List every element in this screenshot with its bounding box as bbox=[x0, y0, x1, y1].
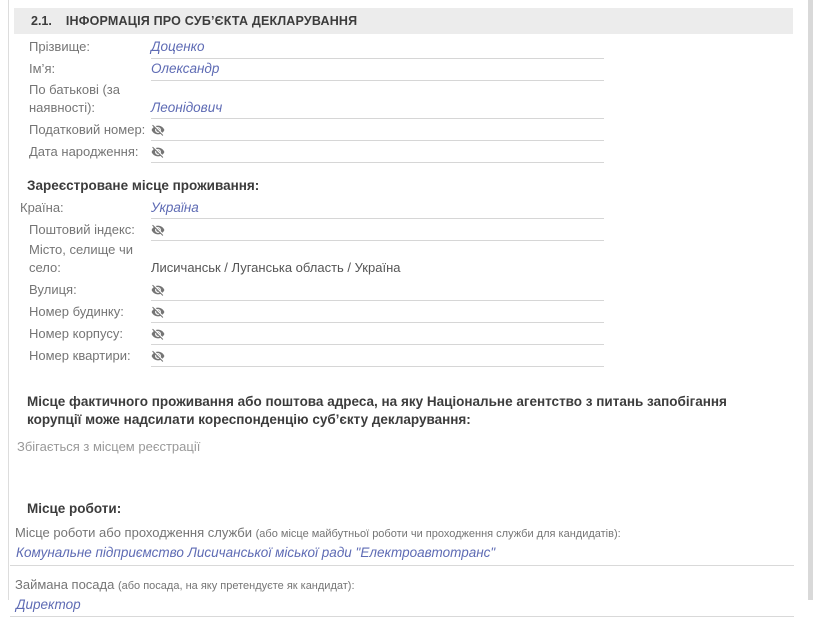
position-value: Директор bbox=[10, 594, 794, 617]
field-value: Україна bbox=[151, 199, 604, 220]
position-label: Займана посада (або посада, на яку прете… bbox=[15, 577, 808, 592]
field-label: По батькові (за наявності): bbox=[29, 81, 151, 119]
eye-slash-icon bbox=[151, 327, 165, 341]
field-row: По батькові (за наявності): Леонідович bbox=[9, 81, 808, 119]
right-gutter bbox=[808, 0, 813, 600]
field-label: Місто, селище чи село: bbox=[29, 241, 151, 279]
position-label-main: Займана посада bbox=[15, 577, 118, 592]
declaration-card: 2.1. ІНФОРМАЦІЯ ПРО СУБ’ЄКТА ДЕКЛАРУВАНН… bbox=[8, 0, 808, 600]
field-label: Вулиця: bbox=[29, 281, 151, 302]
field-value-hidden bbox=[151, 305, 604, 323]
field-row: Поштовий індекс: bbox=[9, 219, 808, 241]
eye-slash-icon bbox=[151, 123, 165, 137]
field-row: Дата народження: bbox=[9, 141, 808, 163]
field-value-hidden bbox=[151, 145, 604, 163]
eye-slash-icon bbox=[151, 305, 165, 319]
field-value: Олександр bbox=[151, 60, 604, 81]
person-fields: Прізвище: Доценко Ім’я: Олександр По бат… bbox=[9, 37, 808, 163]
field-label: Поштовий індекс: bbox=[29, 221, 151, 242]
eye-slash-icon bbox=[151, 283, 165, 297]
field-row: Ім’я: Олександр bbox=[9, 59, 808, 81]
mailing-address-value: Збігається з місцем реєстрації bbox=[17, 439, 808, 454]
field-label: Дата народження: bbox=[29, 143, 151, 164]
residence-fields: Країна: Україна Поштовий індекс: Місто, … bbox=[9, 197, 808, 367]
field-value-hidden bbox=[151, 223, 604, 241]
workplace-label: Місце роботи або проходження служби (або… bbox=[15, 525, 808, 540]
eye-slash-icon bbox=[151, 223, 165, 237]
position-label-note: (або посада, на яку претендуєте як канди… bbox=[118, 580, 355, 592]
eye-slash-icon bbox=[151, 349, 165, 363]
field-value: Леонідович bbox=[151, 99, 604, 120]
field-row: Країна: Україна bbox=[9, 197, 808, 219]
field-label: Номер будинку: bbox=[29, 303, 151, 324]
mailing-address-heading: Місце фактичного проживання або поштова … bbox=[27, 393, 783, 429]
section-header-bar: 2.1. ІНФОРМАЦІЯ ПРО СУБ’ЄКТА ДЕКЛАРУВАНН… bbox=[14, 8, 793, 34]
residence-heading: Зареєстроване місце проживання: bbox=[27, 178, 808, 193]
eye-slash-icon bbox=[151, 145, 165, 159]
field-row: Номер будинку: bbox=[9, 301, 808, 323]
section-number: 2.1. bbox=[31, 14, 52, 28]
section-title: ІНФОРМАЦІЯ ПРО СУБ’ЄКТА ДЕКЛАРУВАННЯ bbox=[66, 14, 357, 28]
field-row: Номер квартири: bbox=[9, 345, 808, 367]
workplace-label-main: Місце роботи або проходження служби bbox=[15, 525, 256, 540]
field-value-hidden bbox=[151, 283, 604, 301]
field-label: Податковий номер: bbox=[29, 121, 151, 142]
field-value-hidden bbox=[151, 123, 604, 141]
workplace-value: Комунальне підприємство Лисичанської міс… bbox=[10, 542, 794, 566]
field-row: Місто, селище чи село: Лисичанськ / Луга… bbox=[9, 241, 808, 279]
field-row: Вулиця: bbox=[9, 279, 808, 301]
field-row: Номер корпусу: bbox=[9, 323, 808, 345]
field-value-hidden bbox=[151, 327, 604, 345]
field-value-hidden bbox=[151, 349, 604, 367]
field-row: Прізвище: Доценко bbox=[9, 37, 808, 59]
field-label: Країна: bbox=[20, 199, 151, 220]
workplace-heading: Місце роботи: bbox=[27, 501, 808, 516]
field-value: Лисичанськ / Луганська область / Україна bbox=[151, 260, 400, 279]
field-row: Податковий номер: bbox=[9, 119, 808, 141]
field-value: Доценко bbox=[151, 38, 604, 59]
field-label: Прізвище: bbox=[29, 38, 151, 59]
field-label: Номер корпусу: bbox=[29, 325, 151, 346]
field-label: Ім’я: bbox=[29, 60, 151, 81]
workplace-label-note: (або місце майбутньої роботи чи проходже… bbox=[256, 528, 621, 540]
field-label: Номер квартири: bbox=[29, 347, 151, 368]
